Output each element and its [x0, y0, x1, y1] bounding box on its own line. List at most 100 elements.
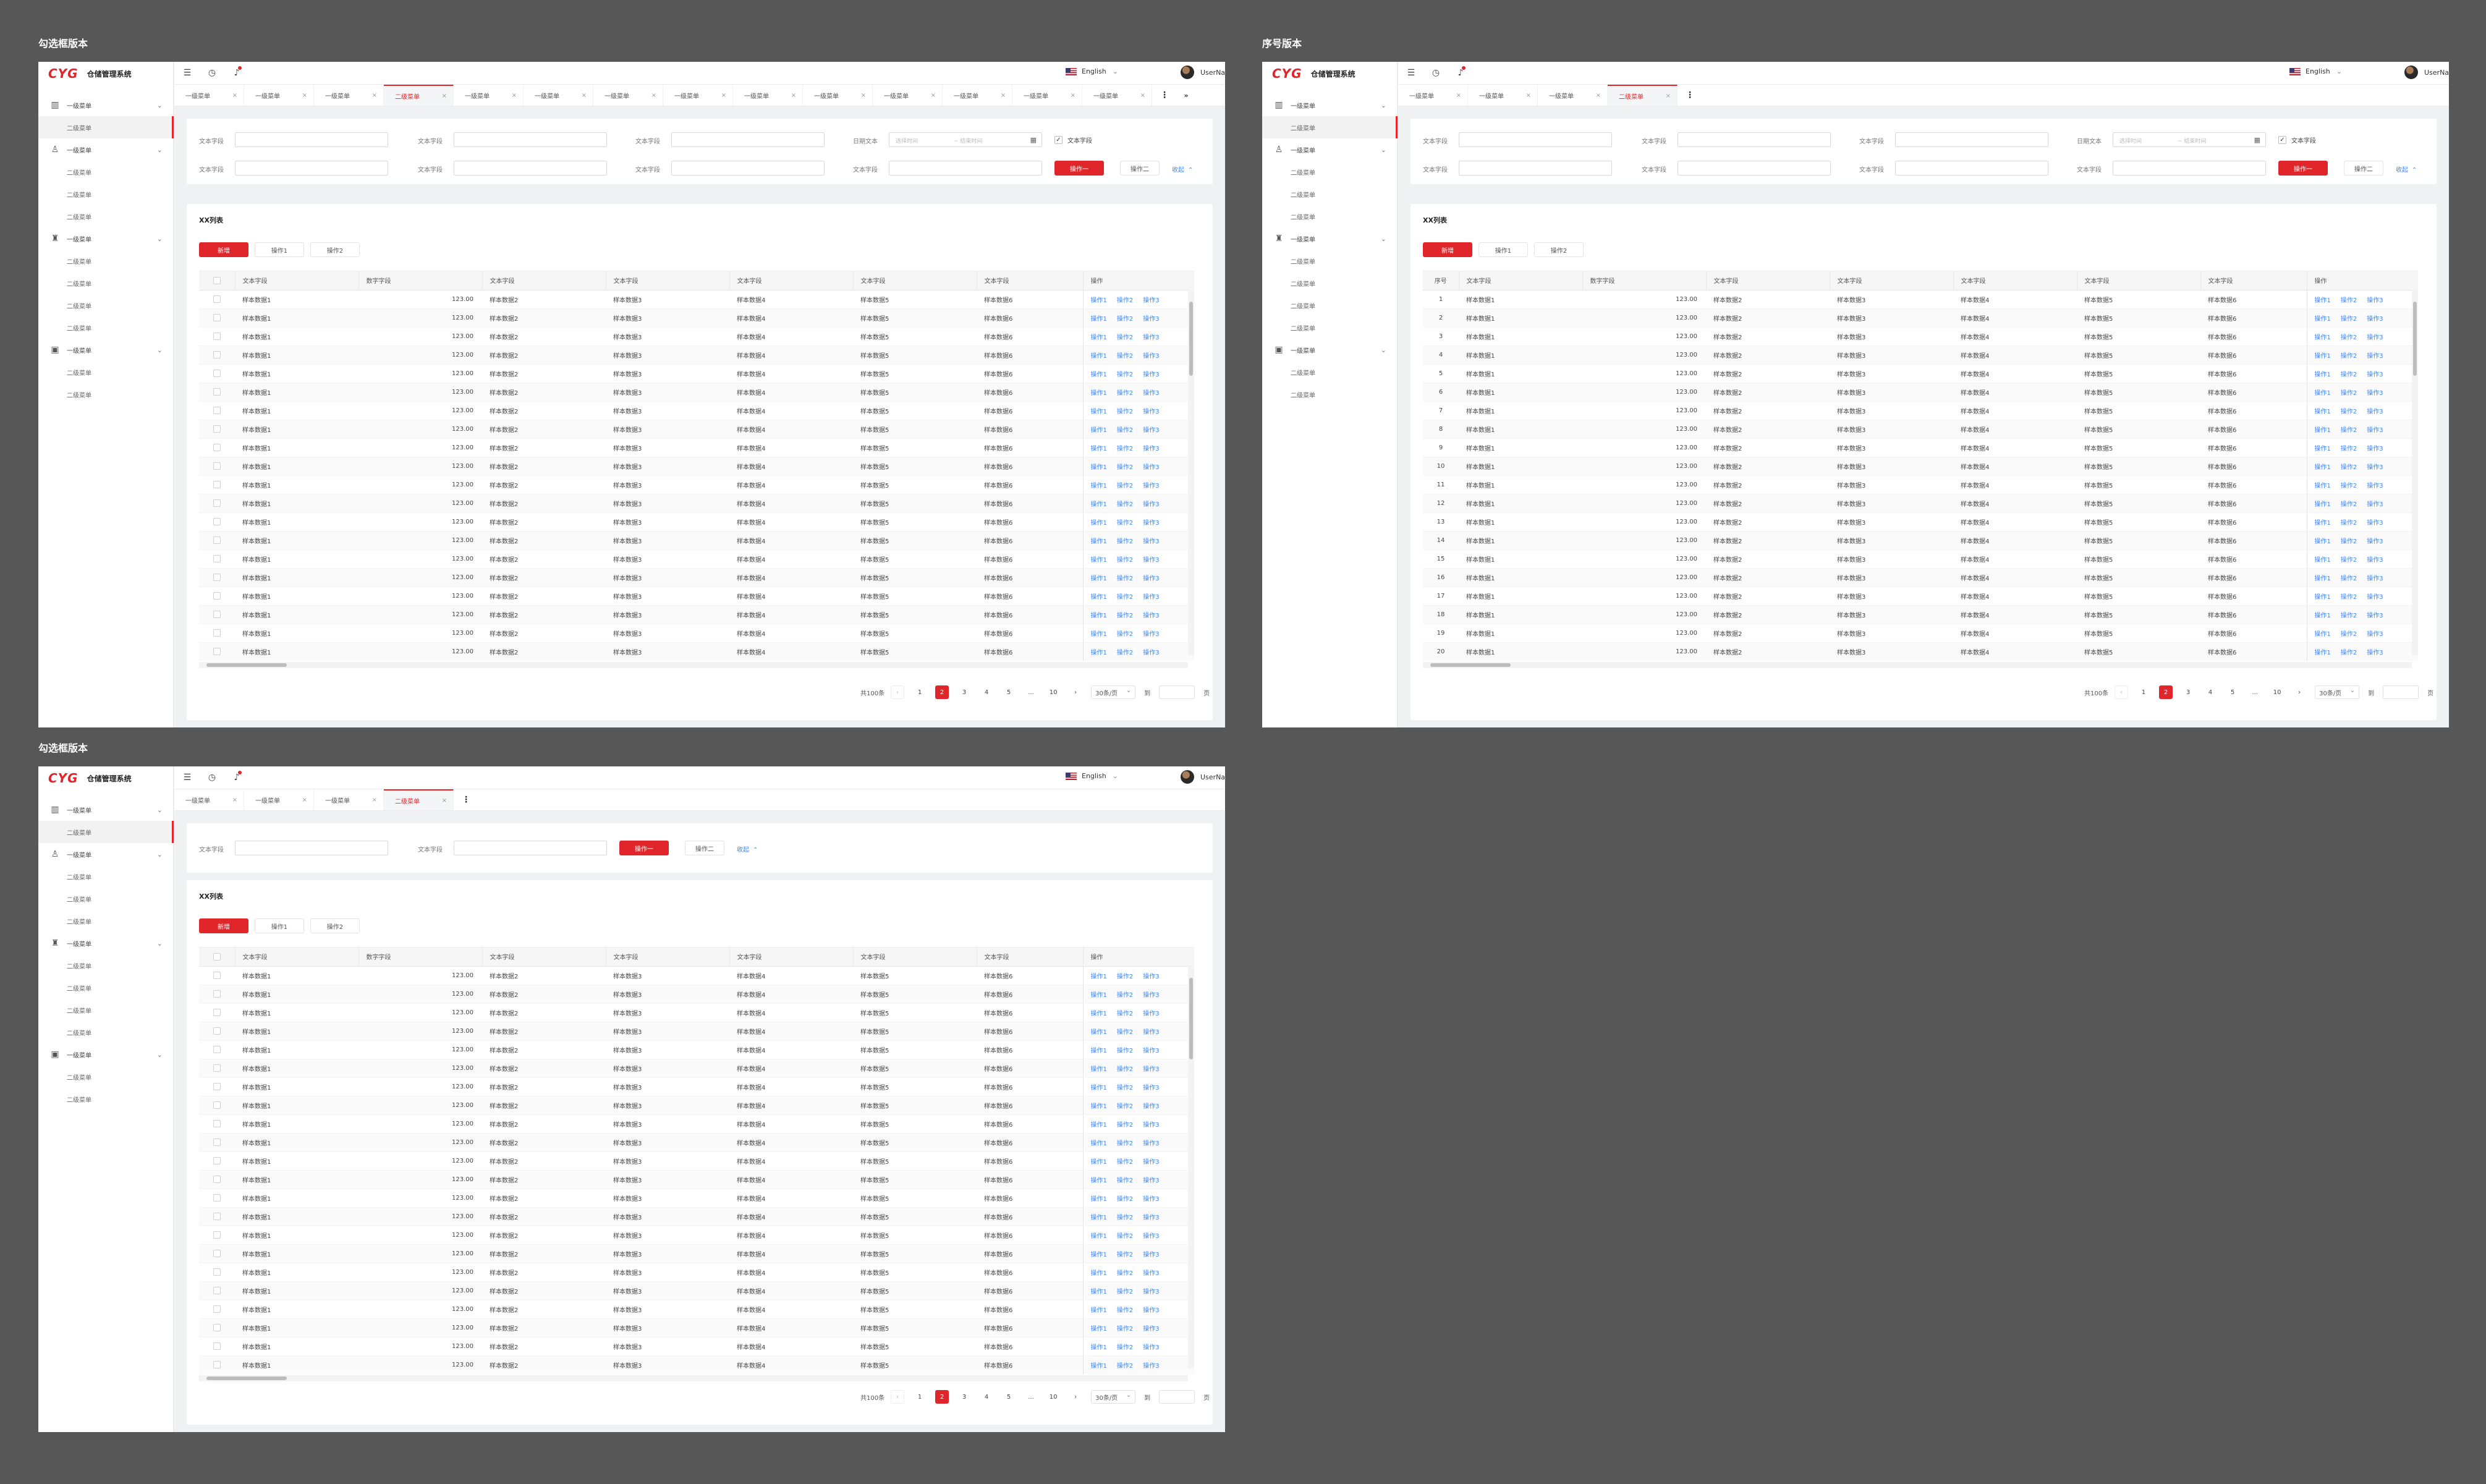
table-row[interactable]: 样本数据1 123.00 样本数据2 样本数据3 样本数据4 样本数据5 样本数据6 操作1 操…: [199, 1096, 1194, 1115]
op-link[interactable]: 操作1: [2315, 464, 2331, 471]
row-checkbox-cell[interactable]: [199, 1151, 235, 1171]
next-page-icon[interactable]: ›: [2293, 685, 2306, 699]
op-link[interactable]: 操作3: [2367, 371, 2383, 378]
op-link[interactable]: 操作2: [2341, 557, 2357, 564]
op-link[interactable]: 操作2: [1117, 1326, 1133, 1333]
table-row[interactable]: 5 样本数据1 123.00 样本数据2 样本数据3 样本数据4 样本数据5 样本数据6 操作1…: [1423, 364, 2418, 383]
bell-icon[interactable]: ♪: [231, 771, 242, 783]
row-checkbox-cell[interactable]: [199, 512, 235, 532]
op-link[interactable]: 操作1: [1091, 390, 1107, 397]
table-row[interactable]: 15 样本数据1 123.00 样本数据2 样本数据3 样本数据4 样本数据5 样本数据6 操作…: [1423, 549, 2418, 569]
op-link[interactable]: 操作1: [1091, 483, 1107, 490]
column-header[interactable]: 数字字段: [358, 948, 483, 967]
row-checkbox[interactable]: [213, 1120, 221, 1127]
op-link[interactable]: 操作3: [2367, 520, 2383, 527]
op-link[interactable]: 操作3: [1143, 427, 1159, 434]
op-link[interactable]: 操作3: [1143, 464, 1159, 471]
op-link[interactable]: 操作2: [1117, 334, 1133, 341]
select-all-checkbox[interactable]: [199, 948, 235, 967]
text-input[interactable]: [1895, 161, 2048, 176]
row-checkbox[interactable]: [213, 1342, 221, 1350]
op-link[interactable]: 操作1: [2315, 316, 2331, 323]
next-page-icon[interactable]: ›: [1069, 685, 1082, 699]
row-checkbox-cell[interactable]: [199, 364, 235, 383]
close-icon[interactable]: ×: [302, 797, 307, 803]
table-row[interactable]: 样本数据1 123.00 样本数据2 样本数据3 样本数据4 样本数据5 样本数据6 操作1 操…: [199, 346, 1194, 365]
row-checkbox[interactable]: [213, 518, 221, 525]
op-link[interactable]: 操作3: [1143, 1029, 1159, 1036]
op-link[interactable]: 操作2: [1117, 427, 1133, 434]
page-button[interactable]: 3: [2181, 685, 2195, 699]
op-link[interactable]: 操作1: [1091, 594, 1107, 601]
op-link[interactable]: 操作3: [1143, 1122, 1159, 1129]
text-input[interactable]: [671, 161, 825, 176]
op-link[interactable]: 操作1: [1091, 1122, 1107, 1129]
text-input[interactable]: [2113, 161, 2266, 176]
op-link[interactable]: 操作2: [1117, 1289, 1133, 1295]
op-link[interactable]: 操作3: [1143, 1270, 1159, 1277]
row-checkbox-cell[interactable]: [199, 1059, 235, 1078]
row-checkbox[interactable]: [213, 1064, 221, 1072]
page-tab[interactable]: 一级菜单 ×: [1012, 85, 1082, 106]
column-header[interactable]: 文本字段: [853, 271, 977, 290]
close-icon[interactable]: ×: [791, 92, 796, 99]
op-link[interactable]: 操作2: [1117, 557, 1133, 564]
table-row[interactable]: 样本数据1 123.00 样本数据2 样本数据3 样本数据4 样本数据5 样本数据6 操作1 操…: [199, 1226, 1194, 1245]
table-row[interactable]: 样本数据1 123.00 样本数据2 样本数据3 样本数据4 样本数据5 样本数据6 操作1 操…: [199, 568, 1194, 587]
menu-group[interactable]: ▣ 一级菜单 ⌄: [38, 339, 174, 361]
menu-item[interactable]: 二级菜单: [38, 116, 174, 138]
row-checkbox-cell[interactable]: [199, 290, 235, 309]
op-link[interactable]: 操作3: [1143, 631, 1159, 638]
op-link[interactable]: 操作2: [1117, 446, 1133, 452]
menu-item[interactable]: 二级菜单: [1262, 161, 1398, 183]
table-row[interactable]: 8 样本数据1 123.00 样本数据2 样本数据3 样本数据4 样本数据5 样本数据6 操作1…: [1423, 420, 2418, 439]
user-menu[interactable]: UserName⌄: [2404, 66, 2449, 79]
row-checkbox[interactable]: [213, 1194, 221, 1202]
menu-item[interactable]: 二级菜单: [1262, 205, 1398, 227]
row-checkbox-cell[interactable]: [199, 642, 235, 661]
history-icon[interactable]: ◷: [206, 772, 218, 783]
text-input[interactable]: [235, 161, 388, 176]
page-tab[interactable]: 一级菜单 ×: [174, 789, 244, 810]
row-checkbox[interactable]: [213, 407, 221, 414]
page-tab[interactable]: 一级菜单 ×: [1538, 85, 1608, 106]
menu-group[interactable]: ♙ 一级菜单 ⌄: [38, 843, 174, 865]
op-link[interactable]: 操作1: [1091, 446, 1107, 452]
op-link[interactable]: 操作3: [1143, 1344, 1159, 1351]
op-link[interactable]: 操作2: [1117, 1215, 1133, 1221]
op-link[interactable]: 操作1: [1091, 1270, 1107, 1277]
op-link[interactable]: 操作2: [1117, 371, 1133, 378]
op-link[interactable]: 操作3: [2367, 316, 2383, 323]
menu-group[interactable]: ♜ 一级菜单 ⌄: [38, 932, 174, 954]
table-row[interactable]: 样本数据1 123.00 样本数据2 样本数据3 样本数据4 样本数据5 样本数据6 操作1 操…: [199, 1003, 1194, 1022]
page-tab[interactable]: 一级菜单 ×: [314, 789, 384, 810]
table-row[interactable]: 样本数据1 123.00 样本数据2 样本数据3 样本数据4 样本数据5 样本数据6 操作1 操…: [199, 531, 1194, 550]
scroll-thumb[interactable]: [1189, 302, 1193, 376]
op-link[interactable]: 操作1: [1091, 1011, 1107, 1017]
add-button[interactable]: 新增: [199, 918, 248, 933]
op-link[interactable]: 操作3: [1143, 992, 1159, 999]
table-row[interactable]: 样本数据1 123.00 样本数据2 样本数据3 样本数据4 样本数据5 样本数据6 操作1 操…: [199, 290, 1194, 309]
column-header[interactable]: 文本字段: [606, 271, 730, 290]
page-size-select[interactable]: 30条/页: [1091, 1390, 1136, 1404]
user-menu[interactable]: UserName⌄: [1181, 66, 1225, 79]
menu-item[interactable]: 二级菜单: [1262, 116, 1398, 138]
row-checkbox-cell[interactable]: [199, 308, 235, 328]
op-link[interactable]: 操作2: [1117, 1307, 1133, 1314]
row-checkbox-cell[interactable]: [199, 1133, 235, 1152]
text-input[interactable]: [1459, 161, 1612, 176]
row-checkbox-cell[interactable]: [199, 568, 235, 587]
op-link[interactable]: 操作2: [1117, 575, 1133, 582]
op-link[interactable]: 操作1: [2315, 594, 2331, 601]
page-button[interactable]: 1: [913, 685, 927, 699]
close-icon[interactable]: ×: [1666, 93, 1671, 100]
op-link[interactable]: 操作3: [2367, 409, 2383, 415]
page-tab[interactable]: 一级菜单 ×: [454, 85, 524, 106]
row-checkbox[interactable]: [213, 499, 221, 507]
op-link[interactable]: 操作1: [1091, 1048, 1107, 1054]
column-header[interactable]: 文本字段: [729, 948, 854, 967]
text-input[interactable]: [671, 132, 825, 147]
op-link[interactable]: 操作2: [1117, 1233, 1133, 1240]
op-link[interactable]: 操作2: [2341, 390, 2357, 397]
op-link[interactable]: 操作3: [1143, 557, 1159, 564]
